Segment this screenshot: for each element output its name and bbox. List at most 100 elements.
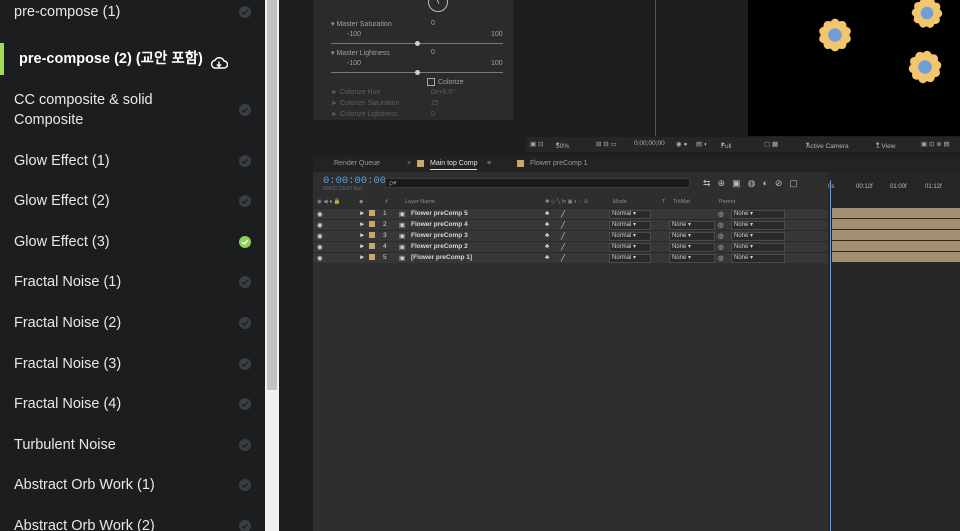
lesson-item[interactable]: Fractal Noise (4) xyxy=(0,388,265,420)
layer-duration-bar[interactable] xyxy=(832,230,960,240)
parent-dropdown[interactable]: None ▾ xyxy=(731,210,785,219)
time-ruler[interactable]: 0s 00:12f 01:00f 01:12f xyxy=(828,177,960,197)
master-lightness-value[interactable]: 0 xyxy=(431,49,435,56)
cloud-download-icon[interactable] xyxy=(210,56,229,76)
scrollbar-thumb[interactable] xyxy=(267,0,277,390)
mode-dropdown[interactable]: Normal ▾ xyxy=(609,254,651,263)
colorize-lightness-value[interactable]: 0 xyxy=(431,111,435,118)
quality-icon[interactable]: ╱ xyxy=(561,221,565,229)
layer-row[interactable]: ◉ ► 5 ▣ [Flower preComp 1] ♣ ╱ Normal ▾ None ▾ ◎ N… xyxy=(313,252,828,263)
view-dropdown[interactable]: 1 View ▾ xyxy=(876,140,895,150)
expand-arrow-icon[interactable]: ► xyxy=(359,221,365,228)
parent-dropdown[interactable]: None ▾ xyxy=(731,254,785,263)
colorize-saturation-value[interactable]: 25 xyxy=(431,100,439,107)
parent-dropdown[interactable]: None ▾ xyxy=(731,221,785,230)
channel-icons[interactable]: ▤ ◐ xyxy=(696,140,708,148)
shy-icon[interactable]: ♣ xyxy=(545,221,549,228)
layer-search-input[interactable]: ρ▾ xyxy=(385,178,690,188)
visibility-eye-icon[interactable]: ◉ xyxy=(317,243,323,251)
column-layer-name[interactable]: Layer Name xyxy=(405,199,435,205)
label-color-swatch[interactable] xyxy=(369,232,375,238)
label-color-swatch[interactable] xyxy=(369,210,375,216)
trkmat-dropdown[interactable]: None ▾ xyxy=(669,254,715,263)
layer-row[interactable]: ◉ ► 3 ▣ Flower preComp 3 ♣ ╱ Normal ▾ None ▾ ◎ Non… xyxy=(313,230,828,241)
layer-name[interactable]: Flower preComp 3 xyxy=(411,232,468,239)
camera-dropdown[interactable]: Active Camera ▾ xyxy=(806,140,849,150)
lesson-item[interactable]: Glow Effect (1) xyxy=(0,145,265,177)
timeline-track-area[interactable]: 0s 00:12f 01:00f 01:12f xyxy=(828,172,960,531)
zoom-dropdown[interactable]: 50% ▾ xyxy=(556,140,569,150)
label-color-swatch[interactable] xyxy=(369,254,375,260)
playhead[interactable] xyxy=(830,180,831,531)
label-color-swatch[interactable] xyxy=(369,221,375,227)
tab-flower-precomp-1[interactable]: Flower preComp 1 xyxy=(530,160,588,167)
expand-arrow-icon[interactable]: ► xyxy=(359,232,365,239)
parent-dropdown[interactable]: None ▾ xyxy=(731,232,785,241)
mode-dropdown[interactable]: Normal ▾ xyxy=(609,243,651,252)
trkmat-dropdown[interactable]: None ▾ xyxy=(669,232,715,241)
mode-dropdown[interactable]: Normal ▾ xyxy=(609,221,651,230)
master-saturation-value[interactable]: 0 xyxy=(431,20,435,27)
mode-dropdown[interactable]: Normal ▾ xyxy=(609,232,651,241)
layer-row[interactable]: ◉ ► 2 ▣ Flower preComp 4 ♣ ╱ Normal ▾ None ▾ ◎ Non… xyxy=(313,219,828,230)
camera-icon[interactable]: ◉ ● xyxy=(676,140,687,148)
viewer-timecode[interactable]: 0;00;00;00 xyxy=(634,140,665,147)
mode-dropdown[interactable]: Normal ▾ xyxy=(609,210,651,219)
region-icons[interactable]: ▢ ▩ xyxy=(764,140,778,148)
parent-dropdown[interactable]: None ▾ xyxy=(731,243,785,252)
viewer-tools-icon[interactable]: ▣ ⊡ xyxy=(530,140,543,148)
layer-duration-bar[interactable] xyxy=(832,241,960,251)
quality-icon[interactable]: ╱ xyxy=(561,254,565,262)
expand-arrow-icon[interactable]: ► xyxy=(359,243,365,250)
tab-menu-icon[interactable]: ≡ xyxy=(487,160,491,167)
layer-name[interactable]: Flower preComp 4 xyxy=(411,221,468,228)
tab-main-top-comp[interactable]: Main top Comp xyxy=(430,160,478,170)
lesson-item[interactable]: Glow Effect (2) xyxy=(0,185,265,217)
lesson-item[interactable]: Fractal Noise (2) xyxy=(0,307,265,339)
visibility-eye-icon[interactable]: ◉ xyxy=(317,232,323,240)
master-lightness-slider[interactable] xyxy=(331,70,503,75)
quality-icon[interactable]: ╱ xyxy=(561,210,565,218)
visibility-eye-icon[interactable]: ◉ xyxy=(317,254,323,262)
layer-name[interactable]: Flower preComp 5 xyxy=(411,210,468,217)
lesson-item[interactable]: pre-compose (2) (교안 포함) xyxy=(0,43,265,75)
grid-icons[interactable]: ⊞ ⊟ ▭ xyxy=(596,140,617,148)
lesson-item[interactable]: Fractal Noise (3) xyxy=(0,348,265,380)
label-color-swatch[interactable] xyxy=(369,243,375,249)
lesson-item[interactable]: CC composite & solid Composite xyxy=(0,84,265,136)
layer-duration-bar[interactable] xyxy=(832,219,960,229)
viewer-extra-icons[interactable]: ▣ ⊡ ⊕ ▤ xyxy=(921,140,950,148)
slider-knob[interactable] xyxy=(414,70,420,75)
trkmat-dropdown[interactable]: None ▾ xyxy=(669,221,715,230)
slider-knob[interactable] xyxy=(414,41,420,46)
layer-duration-bar[interactable] xyxy=(832,208,960,218)
visibility-eye-icon[interactable]: ◉ xyxy=(317,210,323,218)
layer-name[interactable]: Flower preComp 2 xyxy=(411,243,468,250)
trkmat-dropdown[interactable]: None ▾ xyxy=(669,243,715,252)
pickwhip-icon[interactable]: ◎ xyxy=(718,254,724,262)
quality-icon[interactable]: ╱ xyxy=(561,232,565,240)
lesson-item[interactable]: Glow Effect (3) xyxy=(0,226,265,258)
sidebar-scrollbar[interactable] xyxy=(265,0,279,531)
master-saturation-slider[interactable] xyxy=(331,41,503,46)
colorize-hue-value[interactable]: 0x+0.0° xyxy=(431,89,455,96)
lesson-item[interactable]: Fractal Noise (1) xyxy=(0,266,265,298)
pickwhip-icon[interactable]: ◎ xyxy=(718,210,724,218)
layer-duration-bar[interactable] xyxy=(832,252,960,262)
lesson-item[interactable]: pre-compose (1) xyxy=(0,0,265,28)
expand-arrow-icon[interactable]: ► xyxy=(359,210,365,217)
dial-icon[interactable] xyxy=(428,0,448,12)
colorize-checkbox[interactable]: Colorize xyxy=(427,78,464,86)
layer-name[interactable]: [Flower preComp 1] xyxy=(411,254,472,261)
pickwhip-icon[interactable]: ◎ xyxy=(718,232,724,240)
lesson-item[interactable]: Abstract Orb Work (1) xyxy=(0,469,265,501)
resolution-dropdown[interactable]: Full ▾ xyxy=(721,140,731,150)
timeline-tool-icons[interactable]: ⇆⊕▣◍◐⊘▢ xyxy=(703,178,805,189)
lesson-item[interactable]: Abstract Orb Work (2) xyxy=(0,510,265,531)
quality-icon[interactable]: ╱ xyxy=(561,243,565,251)
composition-viewer[interactable] xyxy=(748,0,960,136)
tab-close-icon[interactable]: × xyxy=(407,160,411,167)
pickwhip-icon[interactable]: ◎ xyxy=(718,243,724,251)
layer-row[interactable]: ◉ ► 1 ▣ Flower preComp 5 ♣ ╱ Normal ▾ ◎ None ▾ xyxy=(313,208,828,219)
shy-icon[interactable]: ♣ xyxy=(545,254,549,261)
